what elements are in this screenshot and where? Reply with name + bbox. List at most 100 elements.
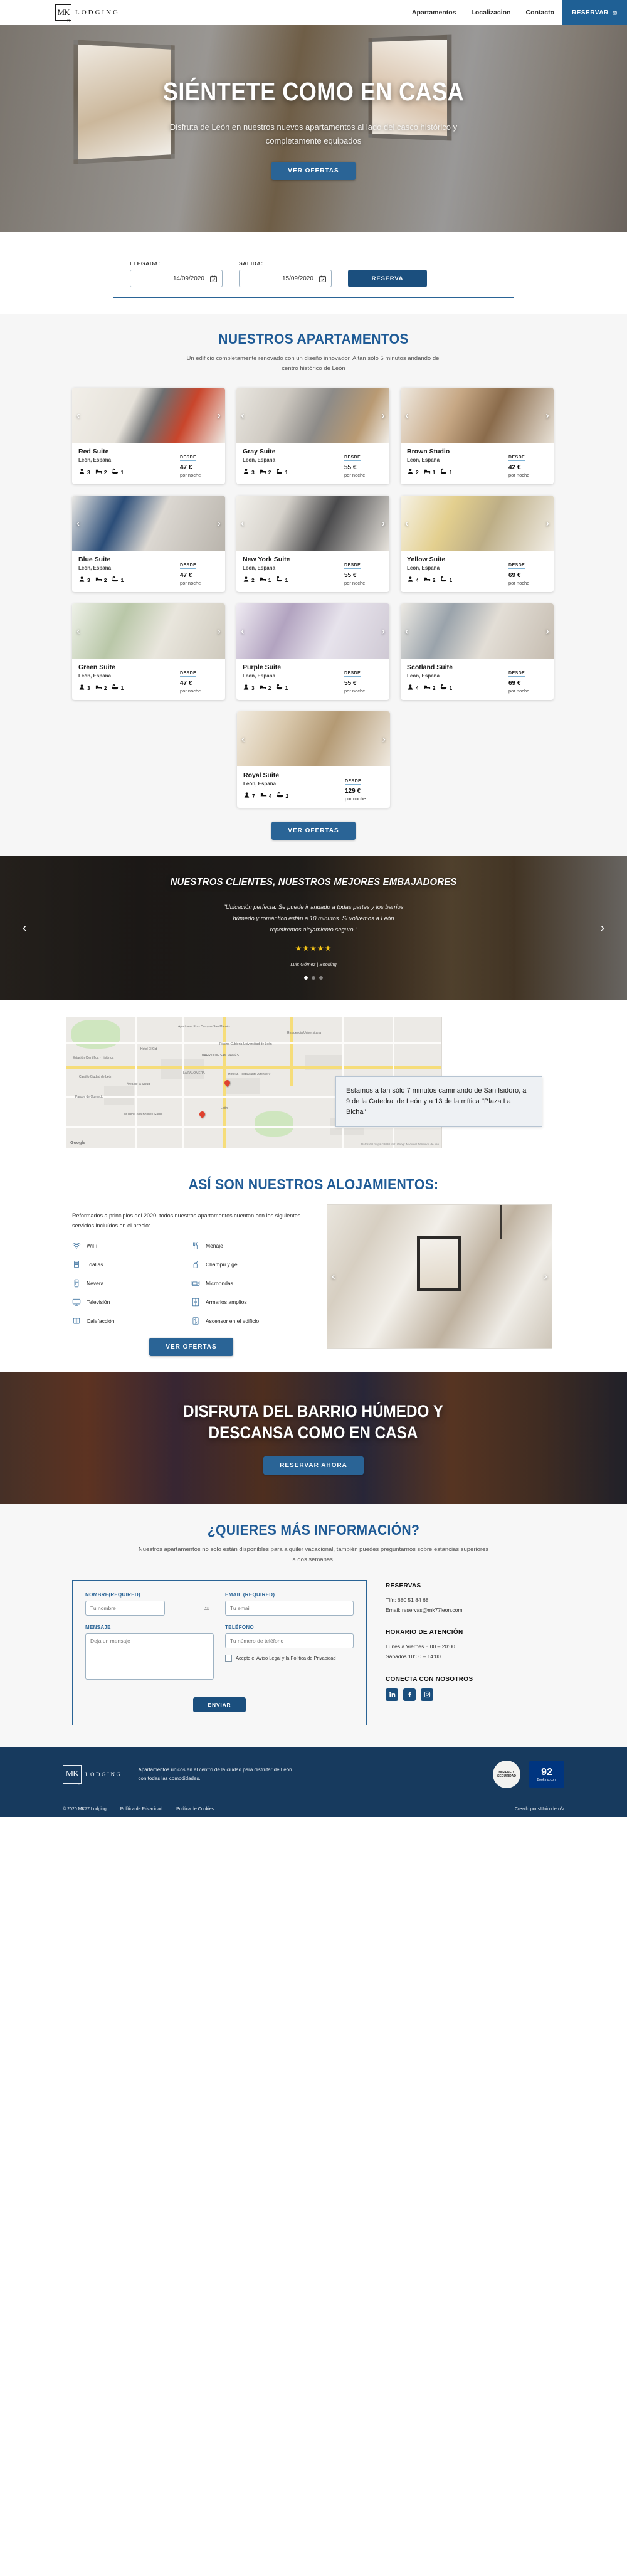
apartment-card[interactable]: ‹ › Red Suite León, España 3 2 1 DESDE 4… (72, 388, 225, 485)
apartment-photo: ‹ › (236, 388, 389, 443)
apartment-name: Yellow Suite (407, 556, 446, 564)
booking-submit-button[interactable]: RESERVA (348, 270, 427, 287)
bed-icon (424, 684, 431, 692)
hero-cta-button[interactable]: VER OFERTAS (271, 162, 356, 181)
footer-brand-logo[interactable]: MK 77 LODGING (63, 1764, 122, 1786)
footer-link-privacidad[interactable]: Política de Privacidad (120, 1807, 162, 1811)
apartment-card[interactable]: ‹ › Royal Suite León, España 7 4 2 DESDE… (237, 711, 390, 808)
name-input[interactable] (85, 1600, 165, 1616)
cta-banner-title: DISFRUTA DEL BARRIO HÚMEDO Y DESCANSA CO… (184, 1401, 444, 1444)
apartment-photo-next-arrow[interactable]: › (545, 518, 549, 529)
apartment-card[interactable]: ‹ › Brown Studio León, España 2 1 1 DESD… (401, 388, 554, 485)
apartment-card[interactable]: ‹ › New York Suite León, España 2 1 1 DE… (236, 496, 389, 593)
booking-score-badge: 92 Booking.com (529, 1761, 564, 1788)
hours-saturday: Sábados 10:00 – 14:00 (386, 1653, 441, 1660)
reservas-block: RESERVAS Tlfn: 680 51 84 68 Email: reser… (386, 1582, 542, 1615)
apartment-card[interactable]: ‹ › Yellow Suite León, España 4 2 1 DESD… (401, 496, 554, 593)
calendar-icon[interactable] (319, 275, 327, 283)
facebook-icon[interactable] (403, 1688, 416, 1701)
cta-banner-button[interactable]: RESERVAR AHORA (263, 1456, 364, 1475)
booking-bar: LLEGADA: 14/09/2020 SALIDA: 15/09/2020 R… (113, 250, 514, 298)
reservas-heading: RESERVAS (386, 1582, 421, 1589)
amenity-item: Menaje (191, 1241, 310, 1250)
amenity-item: Champú y gel (191, 1260, 310, 1269)
brand-logo[interactable]: MK 77 LODGING (55, 4, 120, 23)
apartment-photo-prev-arrow[interactable]: ‹ (241, 518, 245, 529)
apartment-photo-next-arrow[interactable]: › (217, 518, 221, 529)
apartment-photo-next-arrow[interactable]: › (381, 518, 385, 529)
guests-spec: 3 (78, 468, 90, 476)
testimonial-dot[interactable] (304, 976, 308, 980)
guests-icon (78, 576, 85, 584)
apartment-photo-prev-arrow[interactable]: ‹ (241, 734, 245, 745)
name-field-group: NOMBRE(REQUIRED) (85, 1592, 214, 1616)
arrival-date-input[interactable]: 14/09/2020 (130, 270, 223, 287)
apartments-cta-button[interactable]: VER OFERTAS (271, 822, 356, 840)
map-pin-secondary[interactable] (198, 1110, 206, 1119)
map-label: Hotel & Restaurante Alfonso V (228, 1073, 271, 1077)
apartment-photo-next-arrow[interactable]: › (545, 626, 549, 637)
apartment-card[interactable]: ‹ › Gray Suite León, España 3 2 1 DESDE … (236, 388, 389, 485)
apartment-photo-prev-arrow[interactable]: ‹ (405, 518, 409, 529)
departure-date-input[interactable]: 15/09/2020 (239, 270, 332, 287)
linkedin-icon[interactable] (386, 1688, 398, 1701)
testimonial-next-arrow[interactable]: › (600, 921, 604, 936)
guests-icon (407, 468, 414, 476)
bed-icon (424, 576, 431, 584)
amenity-label: Armarios amplios (206, 1298, 247, 1305)
per-night-label: por noche (344, 688, 366, 694)
testimonial-dot[interactable] (312, 976, 315, 980)
apartment-photo-prev-arrow[interactable]: ‹ (76, 626, 80, 637)
hygiene-badge: HIGIENE Y SEGURIDAD (493, 1760, 520, 1788)
apartment-card[interactable]: ‹ › Blue Suite León, España 3 2 1 DESDE … (72, 496, 225, 593)
bathtub-icon (112, 576, 119, 584)
baths-spec: 1 (440, 684, 452, 692)
apartment-photo-next-arrow[interactable]: › (381, 626, 385, 637)
map-label: Parque de Quevedo (75, 1095, 103, 1100)
apartment-photo-next-arrow[interactable]: › (217, 410, 221, 421)
apartment-photo-next-arrow[interactable]: › (545, 410, 549, 421)
hero-subtitle: Disfruta de León en nuestros nuevos apar… (169, 122, 458, 146)
amenities-next-arrow[interactable]: › (544, 1270, 547, 1283)
consent-row: Acepto el Aviso Legal y la Política de P… (225, 1654, 354, 1662)
email-input[interactable] (225, 1600, 354, 1616)
calendar-icon[interactable] (209, 275, 218, 283)
apartment-photo-prev-arrow[interactable]: ‹ (241, 626, 245, 637)
bathtub-icon (440, 468, 447, 476)
message-field-group: MENSAJE (85, 1625, 214, 1680)
nav-item-contacto[interactable]: Contacto (519, 0, 562, 25)
apartment-photo-prev-arrow[interactable]: ‹ (76, 518, 80, 529)
fridge-icon (74, 1279, 79, 1287)
instagram-icon[interactable] (421, 1688, 433, 1701)
apartment-card[interactable]: ‹ › Green Suite León, España 3 2 1 DESDE… (72, 603, 225, 701)
contact-subtitle: Nuestros apartamentos no solo están disp… (138, 1545, 489, 1563)
amenities-prev-arrow[interactable]: ‹ (332, 1270, 335, 1283)
consent-checkbox[interactable] (225, 1654, 232, 1662)
apartment-photo-next-arrow[interactable]: › (382, 734, 386, 745)
testimonial-dot[interactable] (319, 976, 323, 980)
apartment-photo-next-arrow[interactable]: › (217, 626, 221, 637)
apartment-card[interactable]: ‹ › Purple Suite León, España 3 2 1 DESD… (236, 603, 389, 701)
phone-input[interactable] (225, 1633, 354, 1648)
apartment-location: León, España (78, 673, 112, 679)
arrival-label: LLEGADA: (130, 260, 161, 267)
desde-label: DESDE (180, 455, 197, 462)
apartment-photo-prev-arrow[interactable]: ‹ (405, 410, 409, 421)
nav-item-apartamentos[interactable]: Apartamentos (404, 0, 464, 25)
nav-item-localizacion[interactable]: Localizacion (463, 0, 518, 25)
contact-submit-button[interactable]: ENVIAR (192, 1697, 246, 1712)
footer-link-cookies[interactable]: Política de Cookies (176, 1807, 214, 1811)
per-night-label: por noche (180, 688, 201, 694)
apartment-photo-next-arrow[interactable]: › (381, 410, 385, 421)
reservar-button[interactable]: RESERVAR (562, 0, 627, 25)
testimonial-prev-arrow[interactable]: ‹ (23, 921, 27, 936)
apartment-card[interactable]: ‹ › Scotland Suite León, España 4 2 1 DE… (401, 603, 554, 701)
apartment-photo-prev-arrow[interactable]: ‹ (405, 626, 409, 637)
wardrobe-icon (192, 1298, 199, 1306)
amenities-cta-button[interactable]: VER OFERTAS (149, 1337, 233, 1356)
apartment-photo-prev-arrow[interactable]: ‹ (241, 410, 245, 421)
apartment-specs: 3 2 1 (243, 468, 344, 476)
apartment-photo-prev-arrow[interactable]: ‹ (76, 410, 80, 421)
message-textarea[interactable] (85, 1633, 214, 1680)
footer-badges: HIGIENE Y SEGURIDAD 92 Booking.com (493, 1760, 564, 1788)
